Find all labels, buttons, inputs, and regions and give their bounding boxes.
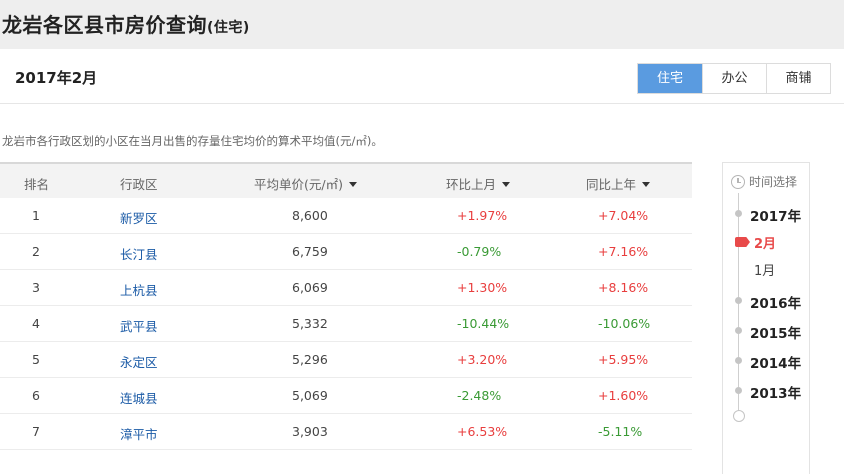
year-2015-link[interactable]: 2015年 xyxy=(750,322,801,342)
cell-price: 6,069 xyxy=(292,280,328,295)
cell-mom: +6.53% xyxy=(457,424,508,439)
cell-mom: -2.48% xyxy=(457,388,502,403)
cell-price: 6,759 xyxy=(292,244,328,259)
timeline-dot xyxy=(735,210,742,217)
cell-mom: +1.30% xyxy=(457,280,508,295)
header-district: 行政区 xyxy=(120,177,158,192)
cell-rank: 3 xyxy=(32,280,40,295)
cell-yoy: +8.16% xyxy=(598,280,649,295)
cell-price: 5,296 xyxy=(292,352,328,367)
table-row: 3 上杭县 6,069 +1.30% +8.16% xyxy=(0,270,692,306)
table-description: 龙岩市各行政区划的小区在当月出售的存量住宅均价的算术平均值(元/㎡)。 xyxy=(2,134,383,148)
district-link[interactable]: 永定区 xyxy=(120,352,158,371)
timeline-dot xyxy=(735,327,742,334)
property-type-tabs: 住宅 办公 商铺 xyxy=(637,63,831,94)
timeline-dot xyxy=(735,297,742,304)
month-feb-link[interactable]: 2月 xyxy=(754,233,776,252)
time-selector-label: 时间选择 xyxy=(749,175,798,189)
district-link[interactable]: 新罗区 xyxy=(120,208,158,227)
table-row: 4 武平县 5,332 -10.44% -10.06% xyxy=(0,306,692,342)
cell-yoy: +7.16% xyxy=(598,244,649,259)
cell-yoy: -5.11% xyxy=(598,424,643,439)
timeline-dot xyxy=(735,387,742,394)
table-row: 1 新罗区 8,600 +1.97% +7.04% xyxy=(0,198,692,234)
sort-caret-icon xyxy=(502,182,511,187)
tab-residential[interactable]: 住宅 xyxy=(638,64,702,93)
cell-rank: 2 xyxy=(32,244,40,259)
page-subtitle: (住宅) xyxy=(207,20,250,36)
year-2017-link[interactable]: 2017年 xyxy=(750,205,801,225)
year-2016-link[interactable]: 2016年 xyxy=(750,292,801,312)
cell-price: 8,600 xyxy=(292,208,328,223)
month-jan-link[interactable]: 1月 xyxy=(754,260,775,279)
active-month-flag-icon xyxy=(735,237,750,247)
cell-yoy: +1.60% xyxy=(598,388,649,403)
time-selector: 时间选择 2017年 2月 1月 2016年 2015年 2014年 2013年 xyxy=(722,162,810,474)
header-rank: 排名 xyxy=(24,177,50,192)
year-2013-link[interactable]: 2013年 xyxy=(750,382,801,402)
header-mom-label: 环比上月 xyxy=(446,177,497,192)
cell-rank: 6 xyxy=(32,388,40,403)
header-yoy-label: 同比上年 xyxy=(586,177,637,192)
cell-mom: +3.20% xyxy=(457,352,508,367)
page-title-text: 龙岩各区县市房价查询 xyxy=(2,13,207,37)
table-row: 2 长汀县 6,759 -0.79% +7.16% xyxy=(0,234,692,270)
price-table: 排名 行政区 平均单价(元/㎡) 环比上月 同比上年 1 新罗区 8,600 +… xyxy=(0,162,692,450)
table-header: 排名 行政区 平均单价(元/㎡) 环比上月 同比上年 xyxy=(0,162,692,198)
district-link[interactable]: 漳平市 xyxy=(120,424,158,443)
tab-shop[interactable]: 商铺 xyxy=(766,64,830,93)
cell-yoy: +5.95% xyxy=(598,352,649,367)
cell-mom: -10.44% xyxy=(457,316,510,331)
cell-price: 5,069 xyxy=(292,388,328,403)
cell-mom: -0.79% xyxy=(457,244,502,259)
cell-mom: +1.97% xyxy=(457,208,508,223)
district-link[interactable]: 上杭县 xyxy=(120,280,158,299)
page-header: 龙岩各区县市房价查询(住宅) xyxy=(0,0,844,49)
district-link[interactable]: 武平县 xyxy=(120,316,158,335)
year-2014-link[interactable]: 2014年 xyxy=(750,352,801,372)
cell-rank: 1 xyxy=(32,208,40,223)
cell-yoy: +7.04% xyxy=(598,208,649,223)
table-row: 7 漳平市 3,903 +6.53% -5.11% xyxy=(0,414,692,450)
cell-rank: 5 xyxy=(32,352,40,367)
period-title: 2017年2月 xyxy=(15,69,98,87)
cell-yoy: -10.06% xyxy=(598,316,651,331)
cell-price: 3,903 xyxy=(292,424,328,439)
timeline-end-circle-icon xyxy=(733,410,745,422)
header-mom-sort[interactable]: 环比上月 xyxy=(446,174,511,193)
header-yoy-sort[interactable]: 同比上年 xyxy=(586,174,651,193)
cell-rank: 7 xyxy=(32,424,40,439)
sort-caret-icon xyxy=(642,182,651,187)
district-link[interactable]: 长汀县 xyxy=(120,244,158,263)
district-link[interactable]: 连城县 xyxy=(120,388,158,407)
cell-price: 5,332 xyxy=(292,316,328,331)
timeline-dot xyxy=(735,357,742,364)
time-selector-header: 时间选择 xyxy=(731,173,797,190)
page-title: 龙岩各区县市房价查询(住宅) xyxy=(2,9,250,38)
tab-office[interactable]: 办公 xyxy=(702,64,766,93)
sort-caret-icon xyxy=(348,182,357,187)
clock-icon xyxy=(731,174,745,189)
table-row: 5 永定区 5,296 +3.20% +5.95% xyxy=(0,342,692,378)
table-row: 6 连城县 5,069 -2.48% +1.60% xyxy=(0,378,692,414)
cell-rank: 4 xyxy=(32,316,40,331)
header-price-label: 平均单价(元/㎡) xyxy=(254,177,343,192)
header-price-sort[interactable]: 平均单价(元/㎡) xyxy=(254,174,357,193)
